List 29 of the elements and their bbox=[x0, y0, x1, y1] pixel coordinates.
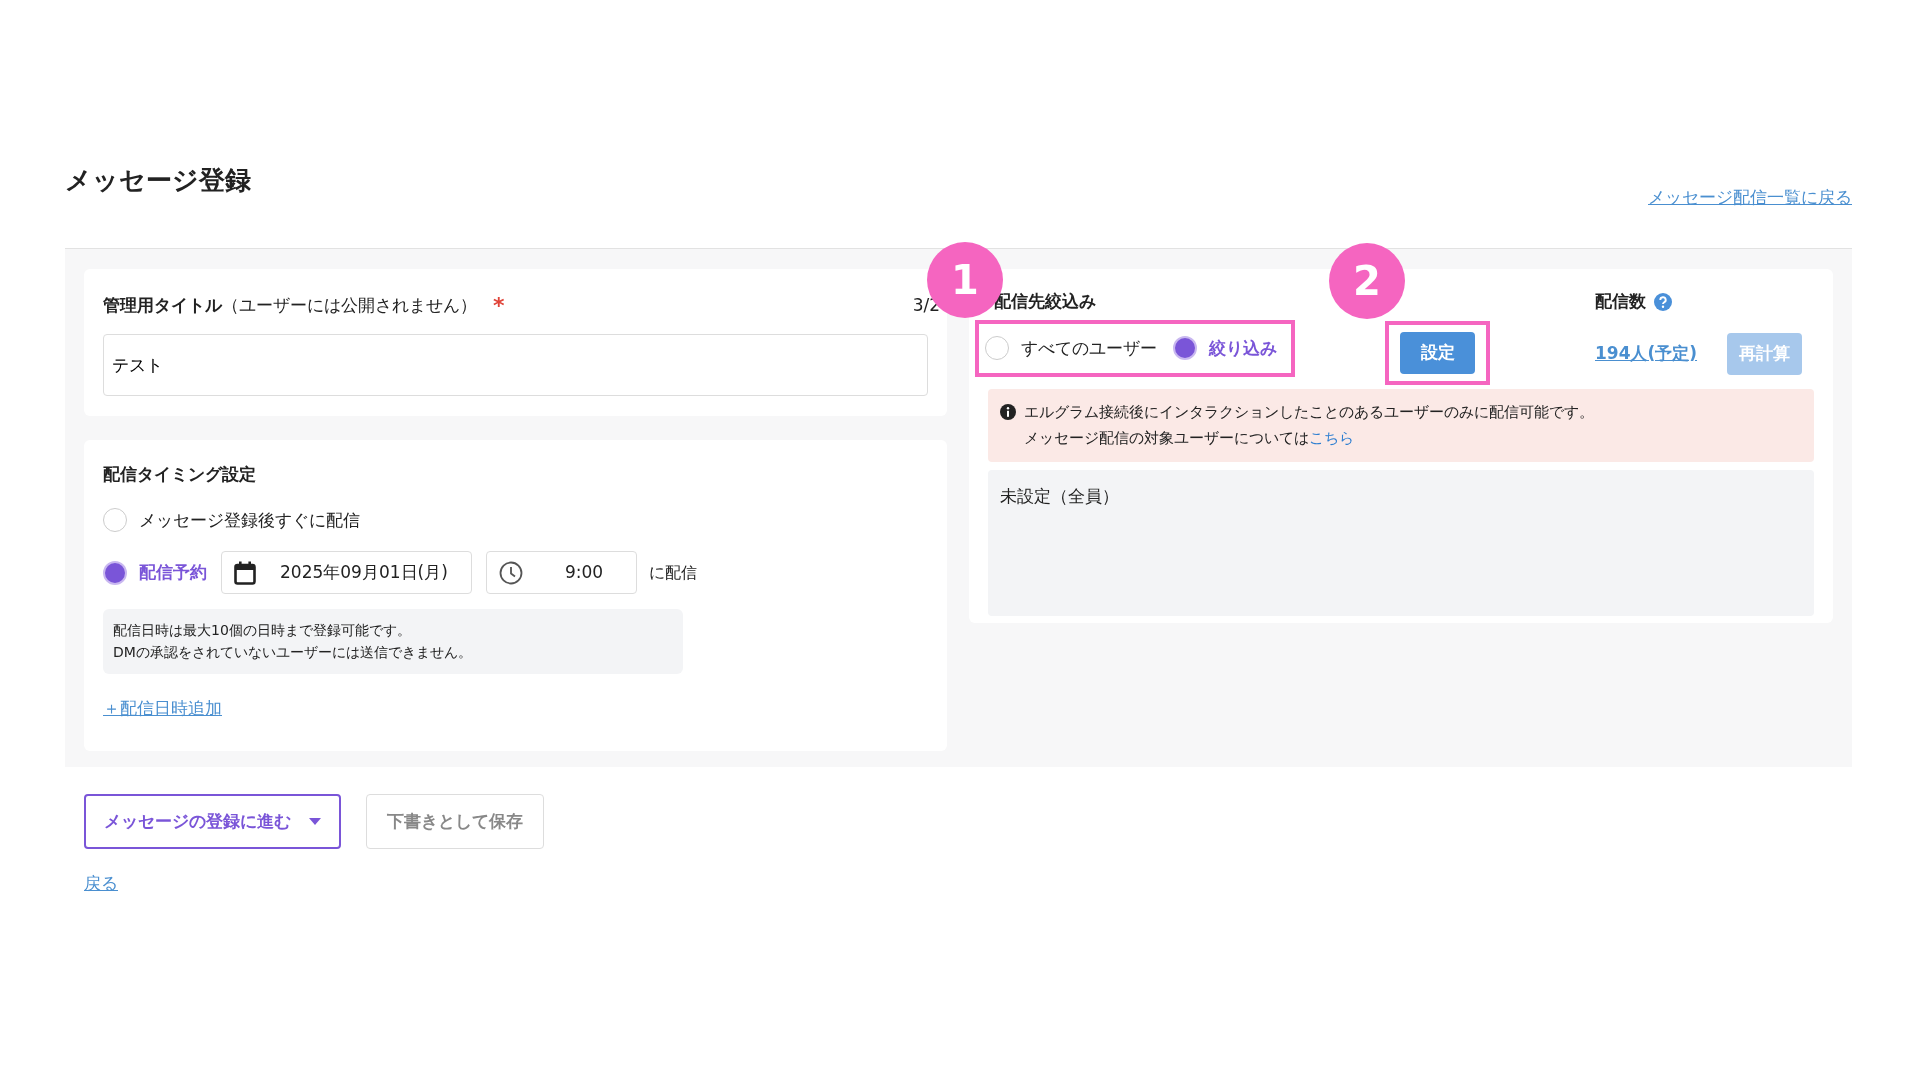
option-label[interactable]: メッセージ登録後すぐに配信 bbox=[139, 507, 360, 533]
title-input[interactable]: テスト bbox=[103, 334, 928, 396]
note-text: 配信日時は最大10個の日時まで登録可能です。 bbox=[113, 621, 412, 640]
proceed-button[interactable]: メッセージの登録に進む bbox=[84, 794, 341, 850]
option-label[interactable]: 配信予約 bbox=[139, 559, 207, 586]
suffix-label: に配信 bbox=[649, 561, 697, 584]
recalculate-button: 再計算 bbox=[1727, 332, 1803, 375]
notice-text: メッセージ配信の対象ユーザーについては bbox=[1024, 429, 1309, 448]
section-heading: 配信タイミング設定 bbox=[103, 463, 257, 486]
page-title: メッセージ登録 bbox=[65, 165, 251, 197]
field-label: 管理用タイトル bbox=[103, 293, 222, 317]
option-label[interactable]: 絞り込み bbox=[1209, 335, 1277, 361]
step-number-badge: 2 bbox=[1329, 243, 1405, 319]
set-button[interactable]: 設定 bbox=[1400, 332, 1475, 374]
save-draft-button[interactable]: 下書きとして保存 bbox=[366, 794, 544, 850]
here-link[interactable]: こちら bbox=[1309, 429, 1354, 448]
back-to-list-link[interactable]: メッセージ配信一覧に戻る bbox=[1648, 185, 1852, 211]
add-datetime-link[interactable]: ＋配信日時追加 bbox=[103, 695, 222, 722]
required-mark: * bbox=[493, 292, 505, 320]
time-field[interactable]: 9:00 bbox=[486, 551, 637, 594]
option-label[interactable]: すべてのユーザー bbox=[1021, 335, 1157, 361]
back-link[interactable]: 戻る bbox=[84, 871, 118, 897]
note-text: DMの承認をされていないユーザーには送信できません。 bbox=[113, 643, 473, 663]
notice-text: エルグラム接続後にインタラクションしたことのあるユーザーのみに配信可能です。 bbox=[1024, 402, 1594, 423]
date-field[interactable]: 2025年09月01日(月) bbox=[221, 551, 472, 594]
recipient-count-link[interactable]: 194人(予定) bbox=[1595, 340, 1698, 367]
condition-text: 未設定（全員） bbox=[1000, 485, 1119, 506]
field-note: （ユーザーには公開されません） bbox=[222, 293, 477, 317]
count-heading: 配信数 bbox=[1595, 290, 1646, 313]
